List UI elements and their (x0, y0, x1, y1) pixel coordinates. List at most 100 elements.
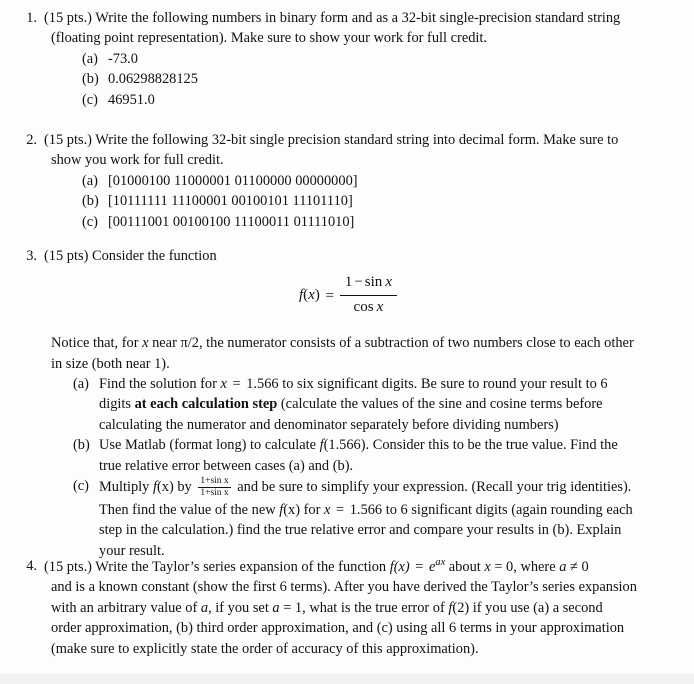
problem-2-item-a-text: [01000100 11000001 01100000 00000000] (108, 172, 358, 189)
problem-4-statement: 4. (15 pts.) Write the Taylor’s series e… (18, 556, 678, 577)
item-c-line2-part-3: to 6 significant digits (again rounding … (382, 501, 633, 518)
problem-3-item-a-line-1: Find the solution for x = 1.566 to six s… (99, 374, 678, 394)
item-a-emphasis: at each calculation step (134, 396, 278, 413)
item-a-value: 1.566 (246, 375, 279, 392)
problem-1-item-b-text: 0.06298828125 (108, 71, 198, 88)
p4-exponent-ax: ax (435, 557, 446, 568)
problem-1-intro-line-1: (15 pts.) Write the following numbers in… (44, 10, 621, 26)
problem-1-item-a: (a) -73.0 (82, 49, 678, 69)
problem-1-item-b-label: (b) (82, 71, 99, 88)
item-a-line2-part-2: (calculate the values of the sine and co… (277, 396, 603, 413)
problem-2-item-b: (b) [10111111 11100001 00100101 11101110… (82, 191, 678, 211)
problem-4-number: 4. (26, 558, 37, 574)
item-c-line2-value: 1.566 (349, 501, 383, 518)
problem-4-line-2: and is a known constant (show the first … (51, 579, 637, 596)
p4-line3-part-3: , what is the true error of (302, 599, 449, 616)
item-b-arg: (1.566) (323, 437, 366, 454)
problem-2-statement: 2. (15 pts.) Write the following 32-bit … (18, 130, 678, 150)
problem-3-item-a-body: Find the solution for x = 1.566 to six s… (99, 374, 678, 435)
inline-fraction-denominator: 1+sin x (200, 488, 229, 499)
item-c-line2-part-1: Then find the value of the new (99, 501, 280, 518)
problem-1: 1. (15 pts.) Write the following numbers… (18, 8, 678, 110)
p4-line3-part-1: with an arbitrary value of (51, 599, 201, 616)
p4-line3-var-a2: a (272, 599, 280, 616)
numerator-var: x (385, 274, 392, 291)
problem-1-number: 1. (26, 10, 37, 26)
problem-3-item-a: (a) Find the solution for x = 1.566 to s… (73, 374, 678, 435)
item-c-part-3: and be sure to simplify your expression.… (233, 479, 632, 496)
p4-line3-f-arg: (2) (452, 599, 470, 616)
problem-2-item-b-text: [10111111 11100001 00100101 11101110] (108, 193, 353, 210)
problem-3-equation: f(x) = 1− sin x cos x (18, 273, 678, 319)
note-part-b: near (148, 335, 181, 352)
problem-3-item-c-label: (c) (73, 478, 89, 495)
problem-3-number: 3. (26, 248, 37, 264)
problem-3-item-a-label: (a) (73, 375, 89, 392)
problem-1-item-a-label: (a) (82, 50, 98, 67)
inline-fraction-numerator: 1+sin x (198, 476, 231, 489)
problem-2-intro-line-1: (15 pts.) Write the following 32-bit sin… (44, 132, 619, 148)
equation-equals: = (325, 287, 335, 304)
item-a-var-x: x (220, 375, 227, 392)
equation-numerator: 1− sin x (339, 272, 397, 296)
problem-3-statement: 3. (15 pts) Consider the function (18, 246, 678, 266)
p4-fx: (x) (393, 558, 410, 575)
item-c-line2-fx: (x) (283, 501, 301, 518)
problem-3-item-b-body: Use Matlab (format long) to calculate f(… (99, 435, 678, 476)
equation-denominator: cos x (340, 296, 397, 318)
problem-3-item-c-line-3: step in the calculation.) find the true … (99, 522, 622, 539)
item-c-part-1: Multiply (99, 479, 153, 496)
note-part-c: , the numerator consists of a subtractio… (198, 335, 634, 352)
problem-3-item-b-line-1: Use Matlab (format long) to calculate f(… (99, 435, 678, 455)
item-a-part-1: Find the solution for (99, 375, 221, 392)
item-a-line2-part-1: digits (99, 396, 135, 413)
problem-4: 4. (15 pts.) Write the Taylor’s series e… (18, 556, 678, 659)
problem-1-item-c-text: 46951.0 (108, 91, 155, 108)
item-c-line2-equals: = (332, 501, 348, 518)
item-c-line2-part-2: for (300, 501, 324, 518)
problem-1-item-c-label: (c) (82, 91, 98, 108)
item-c-part-2: by (173, 479, 196, 496)
p4-line3-a-equals-one: = 1 (279, 599, 303, 616)
problem-4-line-3: with an arbitrary value of a, if you set… (51, 598, 678, 618)
problem-2-intro-line-2: show you work for full credit. (51, 152, 224, 169)
p4-line3-part-2: , if you set (208, 599, 273, 616)
p4-part-3: , where (513, 558, 560, 575)
item-a-part-2: to six significant digits. Be sure to ro… (278, 375, 608, 392)
item-b-part-1: Use Matlab (format long) to calculate (99, 437, 320, 454)
numerator-sin: sin (364, 274, 383, 291)
page-bottom-edge (0, 674, 694, 684)
problem-2-item-a: (a) [01000100 11000001 01100000 00000000… (82, 171, 678, 191)
problem-3-item-c: (c) Multiply f(x) by 1+sin x 1+sin x and … (73, 476, 678, 561)
equation-lhs-paren-close: ) (314, 287, 320, 304)
problem-3-item-a-line-3: calculating the numerator and denominato… (99, 416, 559, 433)
problem-4-line-5: (make sure to explicitly state the order… (51, 640, 479, 657)
note-part-a: Notice that, for (51, 335, 143, 352)
problem-1-intro-line-2: (floating point representation). Make su… (51, 30, 487, 47)
item-c-inline-fraction: 1+sin x 1+sin x (198, 476, 231, 499)
problem-1-statement: 1. (15 pts.) Write the following numbers… (18, 8, 678, 28)
problem-1-item-b: (b) 0.06298828125 (82, 69, 678, 89)
problem-3-item-c-line-1: Multiply f(x) by 1+sin x 1+sin x and be s… (99, 476, 678, 499)
problem-2-item-c-label: (c) (82, 213, 98, 230)
problem-4-line-4: order approximation, (b) third order app… (51, 620, 625, 637)
document-page: 1. (15 pts.) Write the following numbers… (0, 0, 694, 684)
p4-a-neq-zero: ≠ 0 (566, 558, 589, 575)
equation-lhs-var: x (308, 287, 315, 304)
problem-3-item-c-line-2: Then find the value of the new f(x) for … (99, 500, 678, 520)
problem-3-item-b-label: (b) (73, 437, 90, 454)
item-b-part-2: . Consider this to be the true value. Fi… (365, 437, 618, 454)
p4-x-equals-zero: = 0 (490, 558, 514, 575)
problem-3-item-c-body: Multiply f(x) by 1+sin x 1+sin x and be s… (99, 476, 678, 561)
problem-3-item-a-line-2: digits at each calculation step (calcula… (99, 394, 678, 414)
problem-3: 3. (15 pts) Consider the function f(x) =… (18, 246, 678, 561)
note-pi-over-two: π/2 (180, 335, 199, 352)
problem-2-item-a-label: (a) (82, 172, 98, 189)
problem-4-line-1: (15 pts.) Write the Taylor’s series expa… (44, 556, 678, 577)
denominator-var: x (376, 298, 384, 315)
equation-fraction: 1− sin x cos x (339, 272, 397, 318)
p4-part-1: (15 pts.) Write the Taylor’s series expa… (44, 558, 390, 575)
p4-line3-var-a: a (200, 599, 209, 616)
problem-3-note-line-2: in size (both near 1). (51, 355, 170, 372)
problem-3-intro-line-1: (15 pts) Consider the function (44, 248, 217, 264)
